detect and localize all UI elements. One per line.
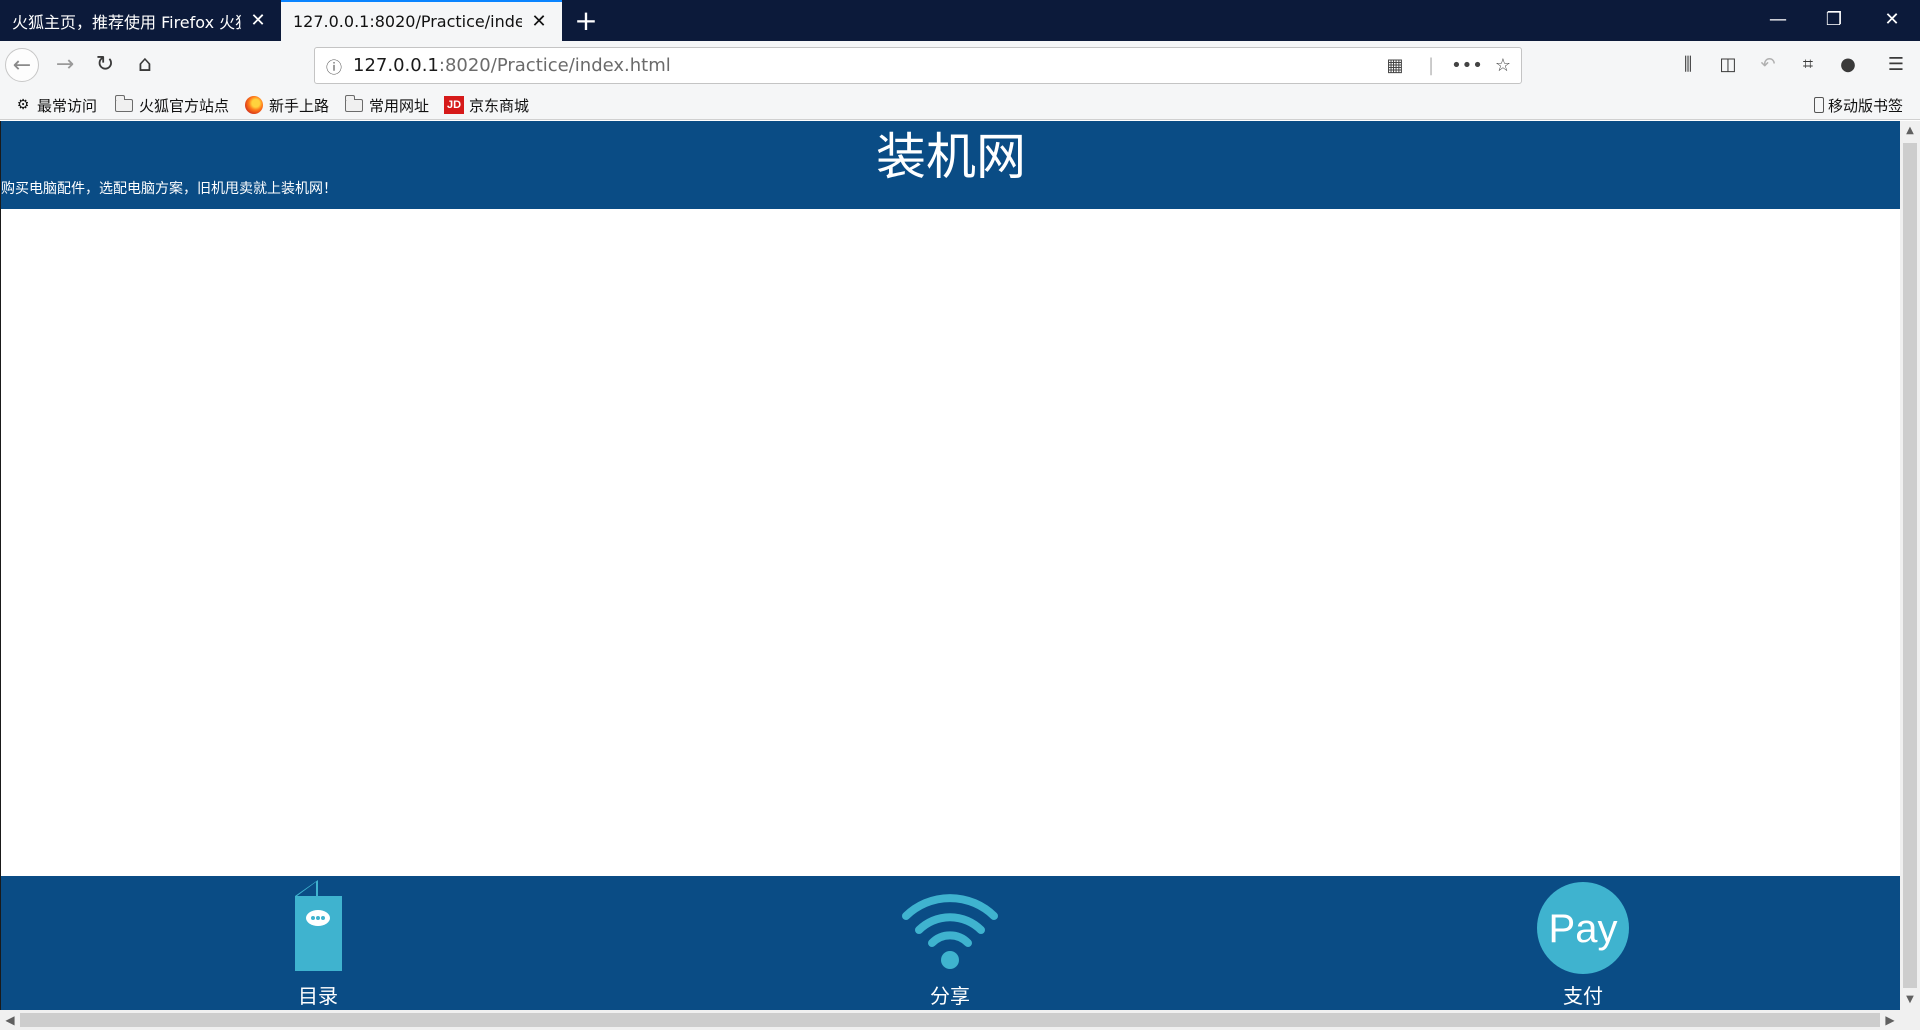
info-icon[interactable]: ⓘ [315,54,353,78]
reload-icon[interactable]: ↻ [88,48,122,82]
tab-close-icon[interactable]: ✕ [247,10,269,31]
horizontal-scrollbar[interactable]: ◀ ▶ [0,1010,1920,1030]
bookmark-label: 移动版书签 [1828,96,1904,115]
new-tab-button[interactable]: + [568,3,604,39]
bookmark-label: 火狐官方站点 [139,96,230,115]
url-bar[interactable]: ⓘ 127.0.0.1:8020/Practice/index.html ▦ |… [314,47,1522,84]
crop-icon[interactable]: ⌗ [1791,49,1825,81]
tab-close-icon[interactable]: ✕ [528,11,550,32]
footer-share-button[interactable]: 分享 [870,876,1030,1010]
scroll-up-icon[interactable]: ▲ [1900,121,1920,141]
bookmark-common-sites[interactable]: 常用网址 [344,90,430,120]
footer-share-label: 分享 [930,984,970,1008]
url-text[interactable]: 127.0.0.1:8020/Practice/index.html [353,55,1377,76]
folder-icon [344,94,363,112]
undo-icon[interactable]: ↶ [1751,49,1785,81]
tab-practice-index[interactable]: 127.0.0.1:8020/Practice/index.html ✕ [281,0,562,41]
bookmark-label: 京东商城 [469,96,530,115]
bookmark-firefox-official[interactable]: 火狐官方站点 [114,90,230,120]
folder-icon [114,94,133,112]
pay-icon-text: Pay [1549,907,1618,951]
minimize-button[interactable]: — [1750,0,1806,41]
vertical-scrollbar[interactable]: ▲ ▼ [1900,121,1920,1010]
forward-icon[interactable]: → [48,48,82,82]
chat-icon[interactable]: ● [1831,49,1865,81]
more-icon[interactable]: ••• [1449,55,1485,76]
footer-pay-button[interactable]: Pay 支付 [1503,876,1663,1010]
url-path: :8020/Practice/index.html [438,55,671,76]
bookmark-getting-started[interactable]: 新手上路 [245,90,329,120]
footer-pay-label: 支付 [1563,984,1603,1008]
scroll-down-icon[interactable]: ▼ [1900,990,1920,1010]
scroll-left-icon[interactable]: ◀ [0,1010,20,1030]
page-viewport: 装机网 购买电脑配件，选配电脑方案，旧机甩卖就上装机网！ 目录 分享 Pay 支… [0,121,1900,1010]
horizontal-scroll-thumb[interactable] [20,1013,1880,1027]
restore-button[interactable]: ❐ [1806,0,1862,41]
home-icon[interactable]: ⌂ [128,48,162,82]
tab-title: 火狐主页，推荐使用 Firefox 火狐浏览器 [12,12,241,32]
url-separator: | [1427,55,1435,76]
navigation-toolbar: ← → ↻ ⌂ ⓘ 127.0.0.1:8020/Practice/index.… [0,41,1920,90]
pay-icon: Pay [1537,882,1629,974]
vertical-scroll-thumb[interactable] [1903,143,1917,988]
menu-icon[interactable]: ☰ [1879,49,1913,81]
scroll-right-icon[interactable]: ▶ [1880,1010,1900,1030]
firefox-icon [245,96,263,114]
back-icon[interactable]: ← [5,48,39,82]
sidebar-icon[interactable]: ◫ [1711,49,1745,81]
bookmark-most-visited[interactable]: ⚙ 最常访问 [14,90,97,120]
jd-icon: JD [444,96,464,114]
bookmark-mobile[interactable]: 移动版书签 [1814,90,1903,120]
bookmark-label: 常用网址 [369,96,430,115]
footer-catalog-label: 目录 [298,984,338,1008]
tab-strip: 火狐主页，推荐使用 Firefox 火狐浏览器 ✕ 127.0.0.1:8020… [0,0,1920,41]
site-footer: 目录 分享 Pay 支付 [1,876,1900,1010]
bookmark-star-icon[interactable]: ☆ [1485,55,1521,76]
qr-code-icon[interactable]: ▦ [1377,55,1413,76]
site-header: 装机网 购买电脑配件，选配电脑方案，旧机甩卖就上装机网！ [1,121,1900,209]
bookmark-label: 新手上路 [269,96,330,115]
window-close-button[interactable]: ✕ [1864,0,1920,41]
url-host: 127.0.0.1 [353,55,439,76]
mobile-icon [1814,97,1824,113]
wifi-share-icon [902,894,998,969]
tab-firefox-home[interactable]: 火狐主页，推荐使用 Firefox 火狐浏览器 ✕ [0,0,281,41]
gear-icon: ⚙ [16,97,30,113]
site-title: 装机网 [876,128,1026,186]
site-tagline: 购买电脑配件，选配电脑方案，旧机甩卖就上装机网！ [1,181,337,197]
bookmark-label: 最常访问 [37,96,98,115]
tab-title: 127.0.0.1:8020/Practice/index.html [293,12,522,31]
catalog-icon [295,880,342,971]
bookmarks-toolbar: ⚙ 最常访问 火狐官方站点 新手上路 常用网址 JD 京东商城 移动版书签 [0,90,1920,120]
bookmark-jd-mall[interactable]: JD 京东商城 [444,90,529,120]
library-icon[interactable]: ⫼ [1671,49,1705,81]
footer-catalog-button[interactable]: 目录 [238,876,398,1010]
